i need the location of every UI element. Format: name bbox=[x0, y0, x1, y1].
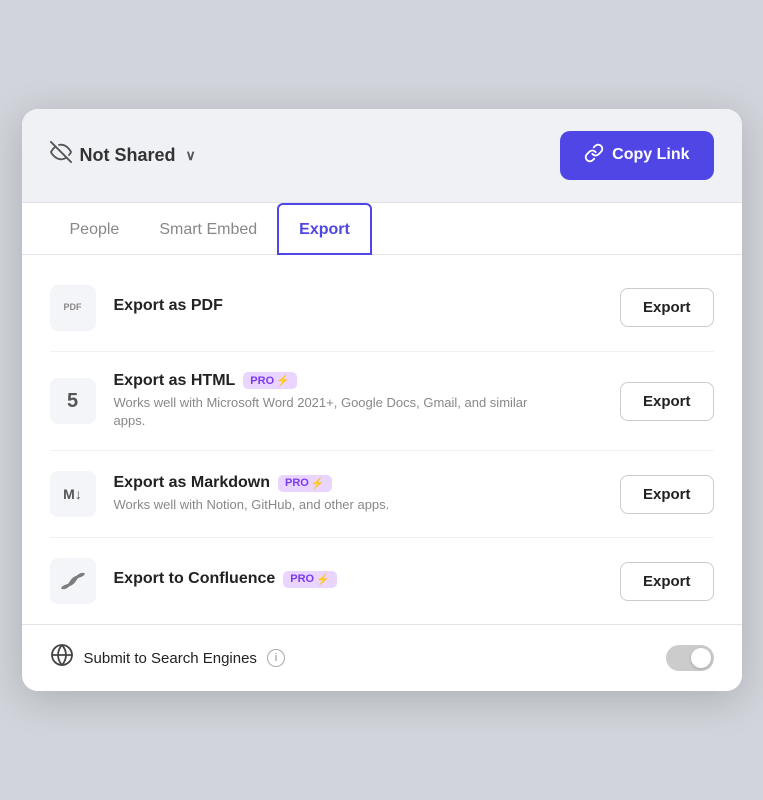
lightning-icon: ⚡ bbox=[316, 573, 330, 586]
tab-export[interactable]: Export bbox=[277, 203, 372, 255]
copy-link-button[interactable]: Copy Link bbox=[560, 131, 713, 180]
export-pdf-button[interactable]: Export bbox=[620, 288, 714, 327]
tabs-bar: People Smart Embed Export bbox=[22, 203, 742, 255]
confluence-title: Export to Confluence bbox=[114, 570, 276, 588]
share-modal: Not Shared ∨ Copy Link People Smart Embe… bbox=[22, 109, 742, 691]
markdown-title: Export as Markdown bbox=[114, 474, 270, 492]
lightning-icon: ⚡ bbox=[276, 374, 290, 387]
export-html-button[interactable]: Export bbox=[620, 382, 714, 421]
markdown-desc: Works well with Notion, GitHub, and othe… bbox=[114, 496, 390, 514]
pdf-title: Export as PDF bbox=[114, 297, 223, 315]
modal-header: Not Shared ∨ Copy Link bbox=[22, 109, 742, 203]
footer: Submit to Search Engines i bbox=[22, 624, 742, 691]
link-icon bbox=[584, 143, 604, 168]
pdf-icon: PDF bbox=[50, 285, 96, 331]
export-item-pdf: PDF Export as PDF Export bbox=[50, 265, 714, 352]
markdown-pro-badge: PRO ⚡ bbox=[278, 475, 332, 492]
not-shared-button[interactable]: Not Shared ∨ bbox=[50, 141, 196, 169]
export-item-html: 5 Export as HTML PRO ⚡ Works well with M… bbox=[50, 352, 714, 451]
html-icon: 5 bbox=[50, 378, 96, 424]
lightning-icon: ⚡ bbox=[311, 477, 325, 490]
tab-people[interactable]: People bbox=[50, 203, 140, 255]
info-icon[interactable]: i bbox=[267, 649, 285, 667]
not-shared-label: Not Shared bbox=[80, 145, 176, 166]
html-desc: Works well with Microsoft Word 2021+, Go… bbox=[114, 394, 534, 430]
copy-link-label: Copy Link bbox=[612, 146, 689, 164]
export-confluence-button[interactable]: Export bbox=[620, 562, 714, 601]
search-engines-label: Submit to Search Engines bbox=[84, 650, 257, 667]
chevron-down-icon: ∨ bbox=[186, 147, 196, 164]
export-content: PDF Export as PDF Export 5 Export as HTM… bbox=[22, 255, 742, 624]
globe-icon bbox=[50, 643, 74, 673]
confluence-pro-badge: PRO ⚡ bbox=[283, 571, 337, 588]
confluence-icon bbox=[50, 558, 96, 604]
html-title: Export as HTML bbox=[114, 372, 236, 390]
tab-smart-embed[interactable]: Smart Embed bbox=[139, 203, 277, 255]
markdown-icon: M↓ bbox=[50, 471, 96, 517]
eye-off-icon bbox=[50, 141, 72, 169]
export-item-markdown: M↓ Export as Markdown PRO ⚡ Works well w… bbox=[50, 451, 714, 538]
html-pro-badge: PRO ⚡ bbox=[243, 372, 297, 389]
export-item-confluence: Export to Confluence PRO ⚡ Export bbox=[50, 538, 714, 624]
export-markdown-button[interactable]: Export bbox=[620, 475, 714, 514]
search-engines-toggle[interactable] bbox=[666, 645, 714, 671]
